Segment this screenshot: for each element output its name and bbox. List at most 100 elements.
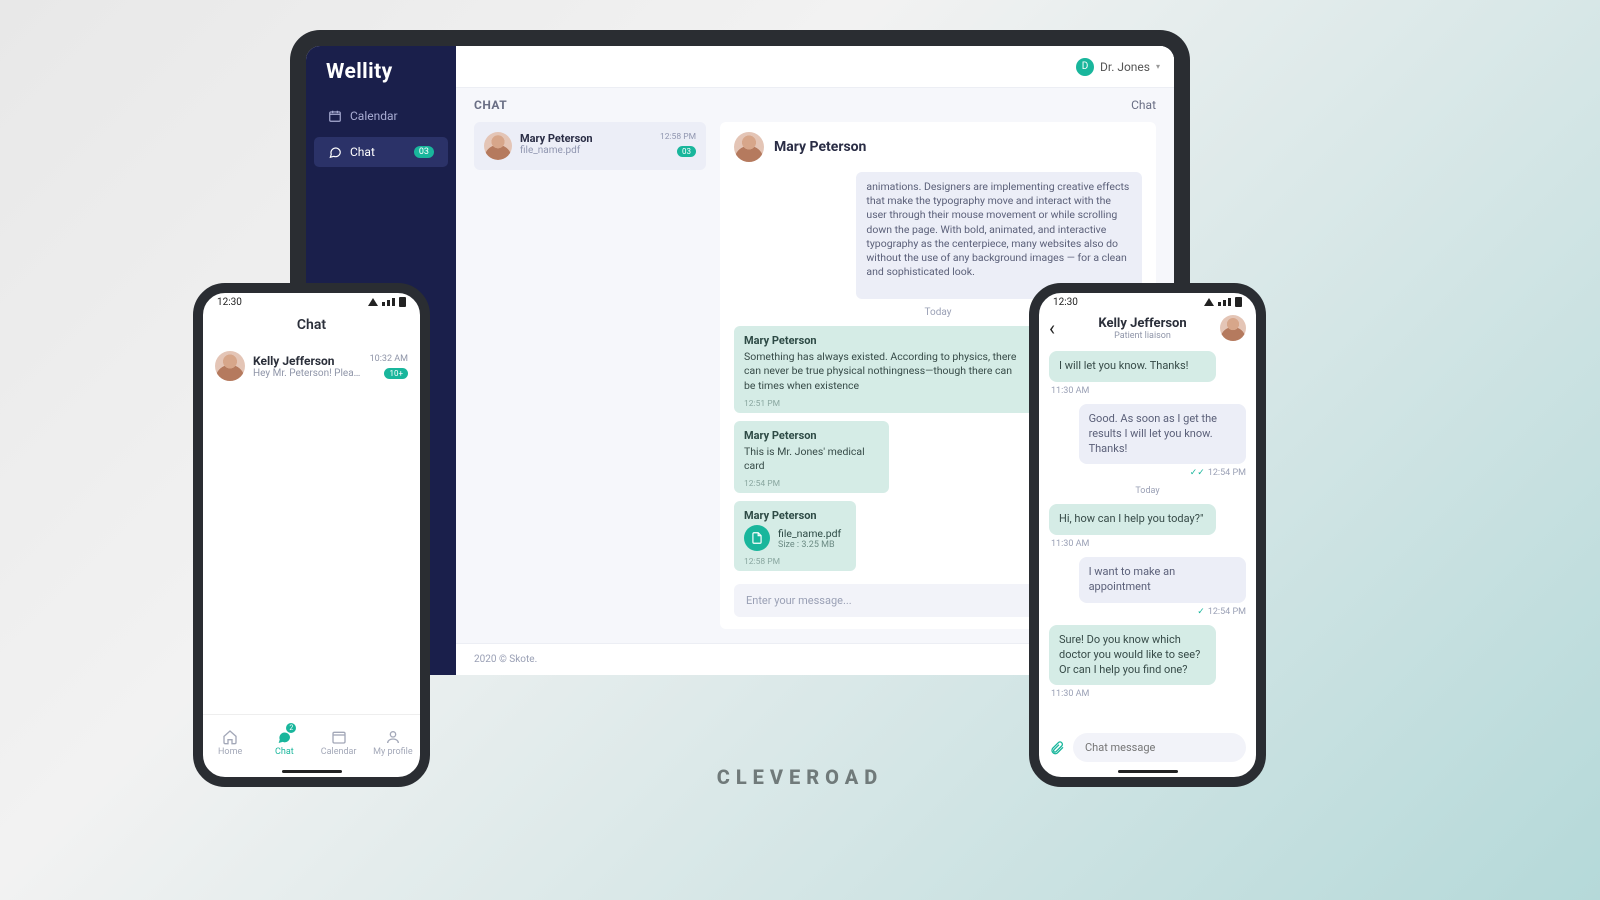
calendar-icon bbox=[328, 109, 342, 123]
conversation-side: 12:58 PM 03 bbox=[660, 132, 696, 160]
status-time: 12:30 bbox=[217, 297, 242, 308]
avatar bbox=[215, 351, 245, 381]
message-time: 11:30 AM bbox=[1051, 689, 1246, 699]
message-time: 11:30 AM bbox=[1051, 539, 1246, 549]
chevron-down-icon: ▾ bbox=[1156, 62, 1160, 71]
user-menu[interactable]: D Dr. Jones ▾ bbox=[1076, 58, 1160, 76]
sidebar-item-calendar[interactable]: Calendar bbox=[314, 101, 448, 131]
phone-chat-list: 12:30 Chat Kelly Jefferson Hey Mr. Peter… bbox=[193, 283, 430, 787]
message-time: 12:51 PM bbox=[744, 399, 1026, 409]
conversation-card[interactable]: Mary Peterson file_name.pdf 12:58 PM 03 bbox=[474, 122, 706, 170]
battery-icon bbox=[1235, 297, 1242, 307]
message-time: 12:58 PM bbox=[744, 557, 846, 567]
message-out: I want to make an appointment bbox=[1079, 557, 1246, 603]
chat-list[interactable]: Kelly Jefferson Hey Mr. Peterson! Please… bbox=[203, 343, 420, 714]
message-time: 12:54 PM bbox=[744, 479, 879, 489]
conversation-name: Mary Peterson bbox=[520, 132, 652, 145]
user-avatar-initial: D bbox=[1076, 58, 1094, 76]
sidebar-item-label: Chat bbox=[350, 145, 375, 159]
home-indicator bbox=[1118, 770, 1178, 773]
nav-label: Calendar bbox=[321, 747, 357, 757]
message-time: ✓ 12:54 PM bbox=[1051, 607, 1246, 617]
sidebar-item-chat[interactable]: Chat 03 bbox=[314, 137, 448, 167]
chat-time: 10:32 AM bbox=[370, 354, 408, 364]
chat-icon bbox=[328, 145, 342, 159]
chat-preview: Hey Mr. Peterson! Please take a lo... bbox=[253, 368, 362, 379]
attach-button[interactable] bbox=[1049, 740, 1065, 756]
unread-badge: 10+ bbox=[384, 368, 408, 379]
nav-profile[interactable]: My profile bbox=[366, 715, 420, 770]
message-text: This is Mr. Jones' medical card bbox=[744, 445, 879, 473]
home-indicator bbox=[282, 770, 342, 773]
avatar[interactable] bbox=[1220, 315, 1246, 341]
date-separator: Today bbox=[1049, 486, 1246, 496]
nav-chat[interactable]: 2 Chat bbox=[257, 715, 311, 770]
nav-calendar[interactable]: Calendar bbox=[312, 715, 366, 770]
peer-role: Patient liaison bbox=[1073, 331, 1212, 341]
profile-icon bbox=[385, 729, 401, 745]
message-sender: Mary Peterson bbox=[744, 429, 879, 442]
message-input[interactable] bbox=[1073, 733, 1246, 762]
message-in: Mary Peterson This is Mr. Jones' medical… bbox=[734, 421, 889, 493]
message-sender: Mary Peterson bbox=[744, 334, 1026, 347]
message-in: Mary Peterson Something has always exist… bbox=[734, 326, 1036, 413]
signal-icon bbox=[382, 298, 395, 306]
watermark: CLEVEROAD bbox=[717, 765, 884, 789]
status-bar: 12:30 bbox=[1039, 293, 1256, 311]
chat-header: Mary Peterson bbox=[720, 122, 1156, 172]
sidebar-badge: 03 bbox=[414, 146, 434, 158]
conversation-time: 12:58 PM bbox=[660, 132, 696, 142]
conversation-list: Mary Peterson file_name.pdf 12:58 PM 03 bbox=[474, 122, 706, 629]
sidebar-item-label: Calendar bbox=[350, 109, 398, 123]
brand-logo: Wellity bbox=[306, 46, 456, 98]
nav-label: Chat bbox=[275, 747, 294, 757]
file-name: file_name.pdf bbox=[778, 527, 841, 540]
file-meta: file_name.pdf Size : 3.25 MB bbox=[778, 527, 841, 550]
wifi-icon bbox=[368, 298, 378, 306]
conversation-preview: file_name.pdf bbox=[520, 145, 652, 156]
message-composer bbox=[1039, 725, 1256, 770]
message-time: ✓✓ 12:54 PM bbox=[1051, 468, 1246, 478]
thread-messages[interactable]: I will let you know. Thanks! 11:30 AM Go… bbox=[1039, 347, 1256, 725]
nav-label: My profile bbox=[373, 747, 412, 757]
message-text: animations. Designers are implementing c… bbox=[866, 180, 1132, 279]
wifi-icon bbox=[1204, 298, 1214, 306]
read-receipt-icon: ✓✓ bbox=[1190, 468, 1205, 478]
message-out: animations. Designers are implementing c… bbox=[856, 172, 1142, 299]
screen-title: Chat bbox=[203, 311, 420, 343]
avatar bbox=[484, 132, 512, 160]
message-in-file[interactable]: Mary Peterson file_name.pdf Size : 3.25 … bbox=[734, 501, 856, 571]
read-receipt-icon: ✓ bbox=[1197, 607, 1205, 617]
message-in: Hi, how can I help you today?" bbox=[1049, 504, 1216, 535]
conversation-mid: Mary Peterson file_name.pdf bbox=[520, 132, 652, 160]
message-text: Something has always existed. According … bbox=[744, 350, 1026, 393]
peer-name: Kelly Jefferson bbox=[1073, 316, 1212, 331]
breadcrumb: Chat bbox=[1131, 98, 1156, 112]
avatar bbox=[734, 132, 764, 162]
nav-label: Home bbox=[218, 747, 242, 757]
user-name: Dr. Jones bbox=[1100, 60, 1150, 74]
nav-home[interactable]: Home bbox=[203, 715, 257, 770]
message-in: I will let you know. Thanks! bbox=[1049, 351, 1216, 382]
battery-icon bbox=[399, 297, 406, 307]
signal-icon bbox=[1218, 298, 1231, 306]
thread-header: ‹ Kelly Jefferson Patient liaison bbox=[1039, 311, 1256, 347]
footer-copyright: 2020 © Skote. bbox=[474, 654, 537, 665]
paperclip-icon bbox=[1049, 740, 1065, 756]
unread-badge: 03 bbox=[677, 146, 696, 157]
message-in: Sure! Do you know which doctor you would… bbox=[1049, 625, 1216, 686]
chat-list-item[interactable]: Kelly Jefferson Hey Mr. Peterson! Please… bbox=[215, 343, 408, 389]
file-attachment[interactable]: file_name.pdf Size : 3.25 MB bbox=[744, 525, 846, 551]
file-size: Size : 3.25 MB bbox=[778, 540, 841, 550]
home-icon bbox=[222, 729, 238, 745]
calendar-icon bbox=[331, 729, 347, 745]
section-header: CHAT Chat bbox=[456, 88, 1174, 122]
back-button[interactable]: ‹ bbox=[1049, 316, 1065, 340]
section-title: CHAT bbox=[474, 98, 507, 112]
topbar: D Dr. Jones ▾ bbox=[456, 46, 1174, 88]
message-sender: Mary Peterson bbox=[744, 509, 846, 522]
message-out: Good. As soon as I get the results I wil… bbox=[1079, 404, 1246, 465]
file-icon bbox=[744, 525, 770, 551]
chat-name: Kelly Jefferson bbox=[253, 354, 362, 368]
chat-peer-name: Mary Peterson bbox=[774, 139, 866, 155]
